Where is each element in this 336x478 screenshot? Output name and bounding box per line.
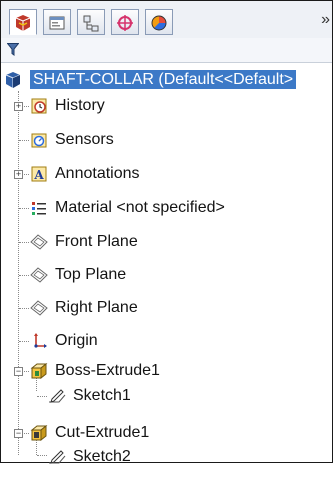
sensors-icon [29, 130, 49, 150]
filter-bar [1, 38, 332, 63]
part-icon [4, 70, 24, 90]
feature-manager-panel: » SHAFT-COLLAR (Default<<Default> + Hist… [0, 0, 333, 465]
history-icon [29, 96, 49, 116]
tree-item-label: Sketch2 [73, 448, 131, 465]
tree-connector [19, 341, 29, 342]
tree-item-label: Annotations [55, 165, 140, 182]
collapse-boss-extrude1-button[interactable]: − [14, 367, 23, 376]
origin-icon [29, 331, 49, 351]
tab-propertymanager[interactable] [43, 9, 71, 35]
sketch-icon [47, 386, 67, 406]
boss-extrude-icon [29, 361, 49, 381]
cut-extrude-icon [29, 423, 49, 443]
tree-item-material[interactable]: Material <not specified> [29, 193, 225, 223]
sketch-icon [47, 447, 67, 467]
featuremanager-icon [15, 15, 31, 31]
tree-connector [37, 396, 47, 397]
tree-connector [37, 455, 47, 456]
tree-item-label: Cut-Extrude1 [55, 424, 150, 441]
tree-item-sensors[interactable]: Sensors [29, 125, 114, 155]
tab-featuremanager[interactable] [9, 9, 37, 35]
tree-item-sketch2[interactable]: Sketch2 [47, 442, 131, 472]
tree-item-label: History [55, 97, 105, 114]
tree-connector [19, 308, 29, 309]
plane-icon [29, 232, 49, 252]
tree-item-right-plane[interactable]: Right Plane [29, 293, 138, 323]
tree-connector [19, 140, 29, 141]
tree-item-origin[interactable]: Origin [29, 326, 98, 356]
display-manager-icon [151, 15, 167, 31]
propertymanager-icon [49, 16, 65, 30]
expand-history-button[interactable]: + [14, 102, 23, 111]
tab-display-manager[interactable] [145, 9, 173, 35]
tree-item-label: Origin [55, 332, 98, 349]
tree-item-history[interactable]: History [29, 91, 105, 121]
tree-item-label: Front Plane [55, 233, 138, 250]
tab-configurationmanager[interactable] [77, 9, 105, 35]
plane-icon [29, 298, 49, 318]
tree-connector [19, 208, 29, 209]
plane-icon [29, 265, 49, 285]
tree-item-label: Top Plane [55, 266, 127, 283]
tree-item-front-plane[interactable]: Front Plane [29, 227, 138, 257]
tab-dimxpert[interactable] [111, 9, 139, 35]
collapse-cut-extrude1-button[interactable]: − [14, 429, 23, 438]
tree-item-label: Sketch1 [73, 387, 131, 404]
tree-item-top-plane[interactable]: Top Plane [29, 260, 126, 290]
tree-item-label: Right Plane [55, 299, 138, 316]
tree-connector [19, 275, 29, 276]
tree-item-label: Sensors [55, 131, 114, 148]
dimxpert-icon [117, 15, 133, 31]
panel-tab-strip: » [1, 1, 332, 39]
tree-item-sketch1[interactable]: Sketch1 [47, 381, 131, 411]
tree-root-label: SHAFT-COLLAR (Default<<Default> [30, 70, 297, 89]
filter-icon[interactable] [7, 43, 19, 56]
more-tabs-button[interactable]: » [321, 11, 330, 29]
tree-connector [18, 91, 19, 455]
tree-item-label: Material <not specified> [55, 199, 225, 216]
material-icon [29, 198, 49, 218]
annotations-icon: A [29, 164, 49, 184]
tree-connector [19, 242, 29, 243]
svg-text:A: A [33, 168, 44, 182]
expand-annotations-button[interactable]: + [14, 170, 23, 179]
tree-item-label: Boss-Extrude1 [55, 362, 160, 379]
configurationmanager-icon [83, 15, 99, 32]
tree-item-annotations[interactable]: A Annotations [29, 159, 140, 189]
